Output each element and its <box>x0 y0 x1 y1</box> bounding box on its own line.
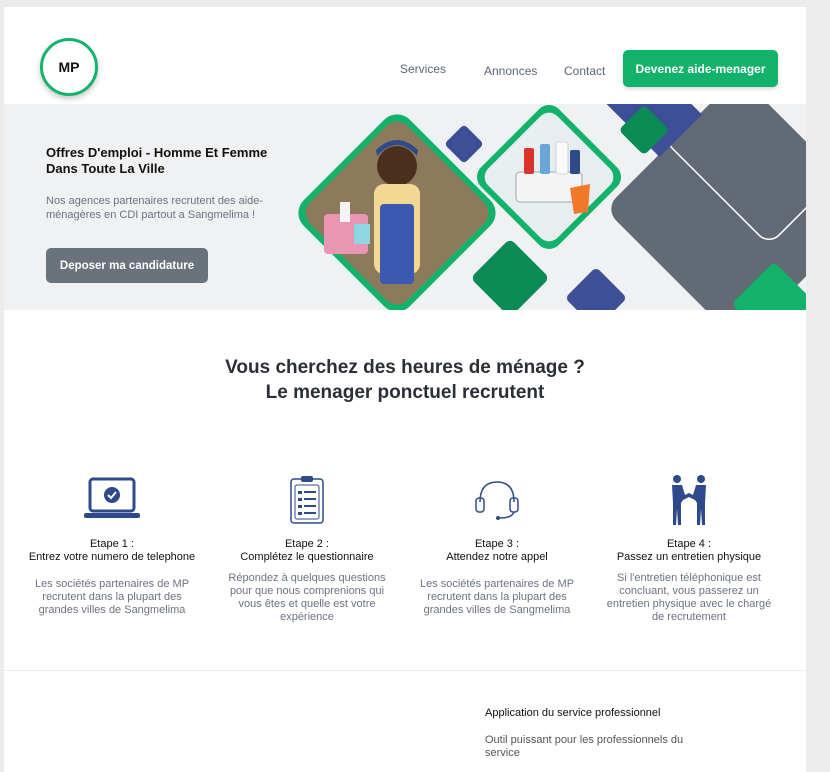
nav-annonces[interactable]: Annonces <box>484 64 537 78</box>
step-number: Etape 2 : <box>284 538 330 550</box>
clipboard-checklist-icon <box>207 470 407 530</box>
small-navy-diamond <box>445 125 483 163</box>
logo-text: MP <box>58 59 80 75</box>
step-number: Etape 1 : <box>89 538 135 550</box>
step-title: Attendez notre appel <box>446 551 548 563</box>
become-helper-button[interactable]: Devenez aide-menager <box>623 50 778 87</box>
hero-title: Offres D'emploi - Homme Et Femme Dans To… <box>46 145 268 176</box>
step-description: Répondez à quelques questions pour que n… <box>228 572 386 623</box>
step-title: Complétez le questionnaire <box>240 551 374 563</box>
step-card: Etape 3 : Attendez notre appel Les socié… <box>397 470 597 617</box>
hero-description: Nos agences partenaires recrutent des ai… <box>46 195 264 221</box>
step-description: Les sociétés partenaires de MP recrutent… <box>34 578 190 616</box>
page: MP Services Annonces Contact Devenez aid… <box>4 7 806 772</box>
section-divider <box>4 670 806 671</box>
step-card: Etape 1 : Entrez votre numero de telepho… <box>12 470 212 617</box>
step-description: Les sociétés partenaires de MP recrutent… <box>419 578 575 616</box>
step-title: Passez un entretien physique <box>616 551 762 563</box>
logo[interactable]: MP <box>40 38 98 96</box>
laptop-check-icon <box>12 470 212 530</box>
step-number: Etape 3 : <box>474 538 520 550</box>
app-description: Outil puissant pour les professionnels d… <box>485 734 684 759</box>
hero-banner: Offres D'emploi - Homme Et Femme Dans To… <box>4 104 806 310</box>
step-card: Etape 4 : Passez un entretien physique S… <box>589 470 789 624</box>
apply-button[interactable]: Deposer ma candidature <box>46 248 208 283</box>
cleaning-supplies-photo <box>477 105 621 249</box>
step-title: Entrez votre numero de telephone <box>28 551 196 563</box>
section-subtitle: Le menager ponctuel recrutent <box>265 382 545 403</box>
step-number: Etape 4 : <box>666 538 712 550</box>
headset-icon <box>397 470 597 530</box>
step-description: Si l'entretien téléphonique est concluan… <box>606 572 772 623</box>
bottom-green-diamond <box>472 240 548 310</box>
step-card: Etape 2 : Complétez le questionnaire Rép… <box>207 470 407 624</box>
handshake-icon <box>589 470 789 530</box>
bottom-navy-diamond <box>566 268 626 310</box>
nav-contact[interactable]: Contact <box>564 64 605 78</box>
section-title: Vous cherchez des heures de ménage ? <box>225 357 585 378</box>
app-title: Application du service professionnel <box>485 707 661 719</box>
nav-services[interactable]: Services <box>400 62 446 76</box>
